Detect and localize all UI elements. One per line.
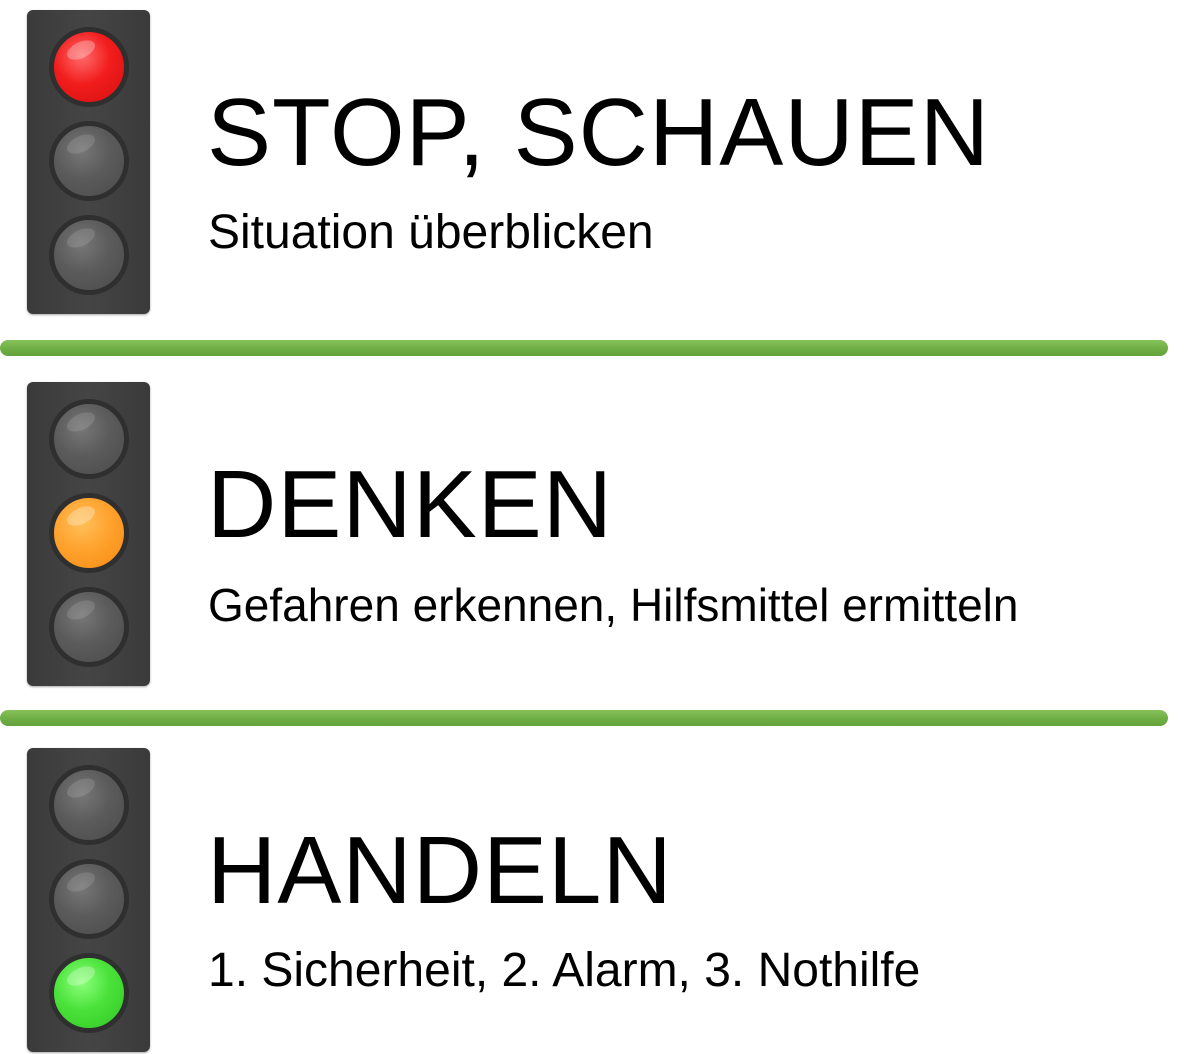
red-lamp-off <box>49 399 129 479</box>
amber-lamp-off <box>49 859 129 939</box>
amber-lamp-lit <box>49 493 129 573</box>
step-act: HANDELN 1. Sicherheit, 2. Alarm, 3. Noth… <box>0 748 1202 1054</box>
step-subtitle: 1. Sicherheit, 2. Alarm, 3. Nothilfe <box>208 944 921 997</box>
step-title: HANDELN <box>207 817 673 924</box>
step-title: DENKEN <box>207 451 614 558</box>
traffic-light-red-icon <box>27 10 150 314</box>
green-lamp-lit <box>49 953 129 1033</box>
red-lamp-off <box>49 765 129 845</box>
traffic-light-amber-icon <box>27 382 150 686</box>
traffic-light-green-icon <box>27 748 150 1052</box>
step-subtitle: Gefahren erkennen, Hilfsmittel ermitteln <box>208 579 1019 631</box>
step-subtitle: Situation überblicken <box>208 206 654 259</box>
red-lamp-lit <box>49 27 129 107</box>
green-lamp-off <box>49 587 129 667</box>
step-stop: STOP, SCHAUEN Situation überblicken <box>0 10 1202 316</box>
green-lamp-off <box>49 215 129 295</box>
amber-lamp-off <box>49 121 129 201</box>
green-divider <box>0 340 1168 356</box>
green-divider <box>0 710 1168 726</box>
step-title: STOP, SCHAUEN <box>207 79 991 186</box>
step-think: DENKEN Gefahren erkennen, Hilfsmittel er… <box>0 382 1202 688</box>
